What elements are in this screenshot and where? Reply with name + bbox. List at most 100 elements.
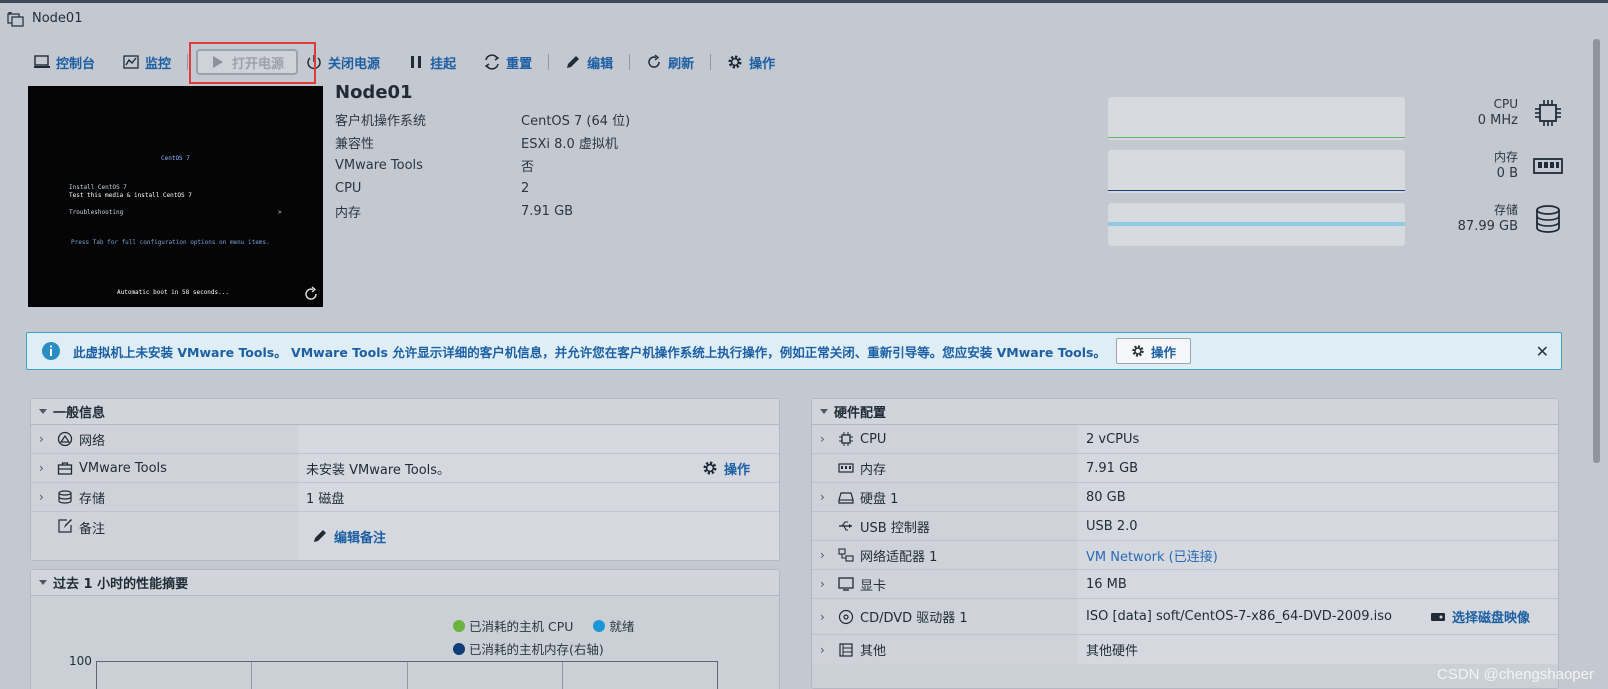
select-disk-image-link[interactable]: 选择磁盘映像 — [1430, 607, 1530, 626]
console-line: CentOS 7 — [161, 155, 190, 162]
select-disk-image-label: 选择磁盘映像 — [1452, 611, 1531, 626]
actions-button[interactable]: 操作 — [713, 48, 789, 76]
console-thumbnail[interactable]: CentOS 7 Install CentOS 7 Test this medi… — [28, 86, 323, 307]
memory-icon — [1533, 157, 1563, 174]
hardware-panel: 硬件配置 › CPU 2 vCPUs 内存 7.91 GB › 硬盘 1 80 … — [811, 398, 1559, 689]
reset-button[interactable]: 重置 — [470, 48, 546, 76]
legend-label: 就绪 — [609, 619, 635, 634]
pencil-icon — [314, 530, 326, 542]
cpu-label: CPU — [1493, 97, 1518, 111]
refresh-button[interactable]: 刷新 — [632, 48, 708, 76]
row-key: 网络 — [79, 433, 106, 449]
reset-icon — [484, 54, 500, 70]
property-row: CPU 2 — [335, 177, 675, 200]
performance-header[interactable]: 过去 1 小时的性能摘要 — [31, 570, 779, 596]
property-row: VMware Tools 否 — [335, 154, 675, 177]
console-line: Automatic boot in 58 seconds... — [117, 289, 229, 296]
gear-icon — [728, 55, 742, 69]
vmware-tools-actions-link[interactable]: 操作 — [702, 459, 750, 478]
vertical-scrollbar[interactable] — [1591, 35, 1602, 689]
expand-chevron-icon[interactable]: › — [820, 548, 832, 562]
suspend-button[interactable]: 挂起 — [394, 48, 470, 76]
hardware-row-other[interactable]: › 其他 其他硬件 — [812, 635, 1558, 664]
network-adapter-icon — [838, 548, 854, 562]
general-row-storage[interactable]: › 存储 1 磁盘 — [31, 483, 779, 512]
console-button[interactable]: 控制台 — [20, 48, 109, 76]
row-key: CD/DVD 驱动器 1 — [860, 611, 968, 626]
general-row-vmware-tools[interactable]: › VMware Tools 未安装 VMware Tools。 操作 — [31, 454, 779, 483]
toolbar-divider — [187, 54, 189, 70]
row-key: 显卡 — [860, 578, 887, 594]
console-line: > — [278, 209, 282, 216]
cd-dvd-icon — [838, 609, 854, 624]
network-link[interactable]: VM Network (已连接) — [1086, 546, 1218, 565]
memory-icon — [838, 463, 854, 473]
vm-name: Node01 — [335, 82, 413, 103]
actions-label: 操作 — [749, 56, 776, 72]
storage-summary: 存储 87.99 GB — [1398, 202, 1564, 236]
console-refresh-icon[interactable] — [303, 286, 319, 304]
expand-chevron-icon[interactable]: › — [39, 432, 51, 446]
hardware-row-disk[interactable]: › 硬盘 1 80 GB — [812, 483, 1558, 512]
refresh-icon — [648, 54, 660, 68]
hardware-header[interactable]: 硬件配置 — [812, 399, 1558, 425]
window-titlebar: Node01 — [0, 0, 1608, 34]
banner-message: 此虚拟机上未安装 VMware Tools。 VMware Tools 允许显示… — [73, 344, 1106, 360]
watermark: CSDN @chengshaoper — [1437, 666, 1594, 683]
console-line: Test this media & install CentOS 7 — [69, 192, 192, 199]
row-value: 16 MB — [1086, 576, 1127, 592]
row-value: USB 2.0 — [1086, 518, 1138, 534]
monitor-button[interactable]: 监控 — [109, 48, 185, 76]
legend-item: 已消耗的主机内存(右轴) — [453, 639, 634, 658]
memory-label: 内存 — [1493, 150, 1518, 164]
row-value: 未安装 VMware Tools。 — [306, 462, 451, 478]
general-row-network[interactable]: › 网络 — [31, 425, 779, 454]
hardware-row-cdrom[interactable]: › CD/DVD 驱动器 1 ISO [data] soft/CentOS-7-… — [812, 599, 1558, 635]
legend-dot — [593, 619, 606, 632]
vm-properties: 客户机操作系统 CentOS 7 (64 位) 兼容性 ESXi 8.0 虚拟机 V… — [335, 108, 675, 223]
expand-chevron-icon[interactable]: › — [39, 490, 51, 504]
property-key: 内存 — [335, 206, 362, 221]
close-icon[interactable]: ✕ — [1536, 342, 1549, 361]
property-value: 否 — [521, 160, 535, 175]
legend-dot — [453, 619, 465, 632]
row-key: 存储 — [79, 491, 106, 507]
scrollbar-thumb[interactable] — [1593, 39, 1600, 463]
expand-chevron-icon[interactable]: › — [820, 610, 832, 624]
hardware-row-usb: USB 控制器 USB 2.0 — [812, 512, 1558, 541]
window-title: Node01 — [32, 11, 83, 26]
expand-chevron-icon[interactable]: › — [820, 490, 832, 504]
power-off-label: 关闭电源 — [328, 56, 381, 72]
property-value: 7.91 GB — [521, 204, 574, 219]
hardware-row-video[interactable]: › 显卡 16 MB — [812, 570, 1558, 599]
general-info-title: 一般信息 — [53, 406, 106, 421]
row-key: 备注 — [79, 522, 106, 537]
row-key: CPU — [860, 431, 887, 447]
hardware-row-memory: 内存 7.91 GB — [812, 454, 1558, 483]
property-key: 客户机操作系统 — [335, 114, 427, 129]
row-value: 80 GB — [1086, 489, 1126, 505]
expand-chevron-icon[interactable]: › — [39, 461, 51, 475]
row-key: 其他 — [860, 644, 887, 659]
expand-chevron-icon[interactable]: › — [820, 432, 832, 446]
general-info-header[interactable]: 一般信息 — [31, 399, 779, 425]
chart-plot-area — [96, 661, 718, 689]
edit-button[interactable]: 编辑 — [551, 48, 627, 76]
expand-chevron-icon[interactable]: › — [820, 577, 832, 591]
note-edit-icon — [58, 519, 72, 533]
hard-disk-icon — [838, 492, 854, 504]
cpu-value: 0 MHz — [1477, 113, 1518, 129]
chart-legend: 已消耗的主机 CPU 就绪 已消耗的主机内存(右轴) — [453, 616, 634, 658]
row-value: 7.91 GB — [1086, 460, 1139, 476]
edit-notes-label: 编辑备注 — [334, 530, 387, 546]
banner-actions-button[interactable]: 操作 — [1115, 338, 1191, 364]
hardware-row-cpu[interactable]: › CPU 2 vCPUs — [812, 425, 1558, 454]
edit-notes-link[interactable]: 编辑备注 — [312, 527, 386, 546]
expand-chevron-icon[interactable]: › — [820, 643, 832, 657]
hardware-row-network-adapter[interactable]: › 网络适配器 1 VM Network (已连接) — [812, 541, 1558, 570]
disk-image-icon — [1431, 612, 1445, 621]
row-key: 网络适配器 1 — [860, 549, 938, 565]
memory-value: 0 B — [1496, 166, 1518, 182]
cpu-icon — [1535, 99, 1561, 126]
cpu-icon — [839, 432, 853, 446]
